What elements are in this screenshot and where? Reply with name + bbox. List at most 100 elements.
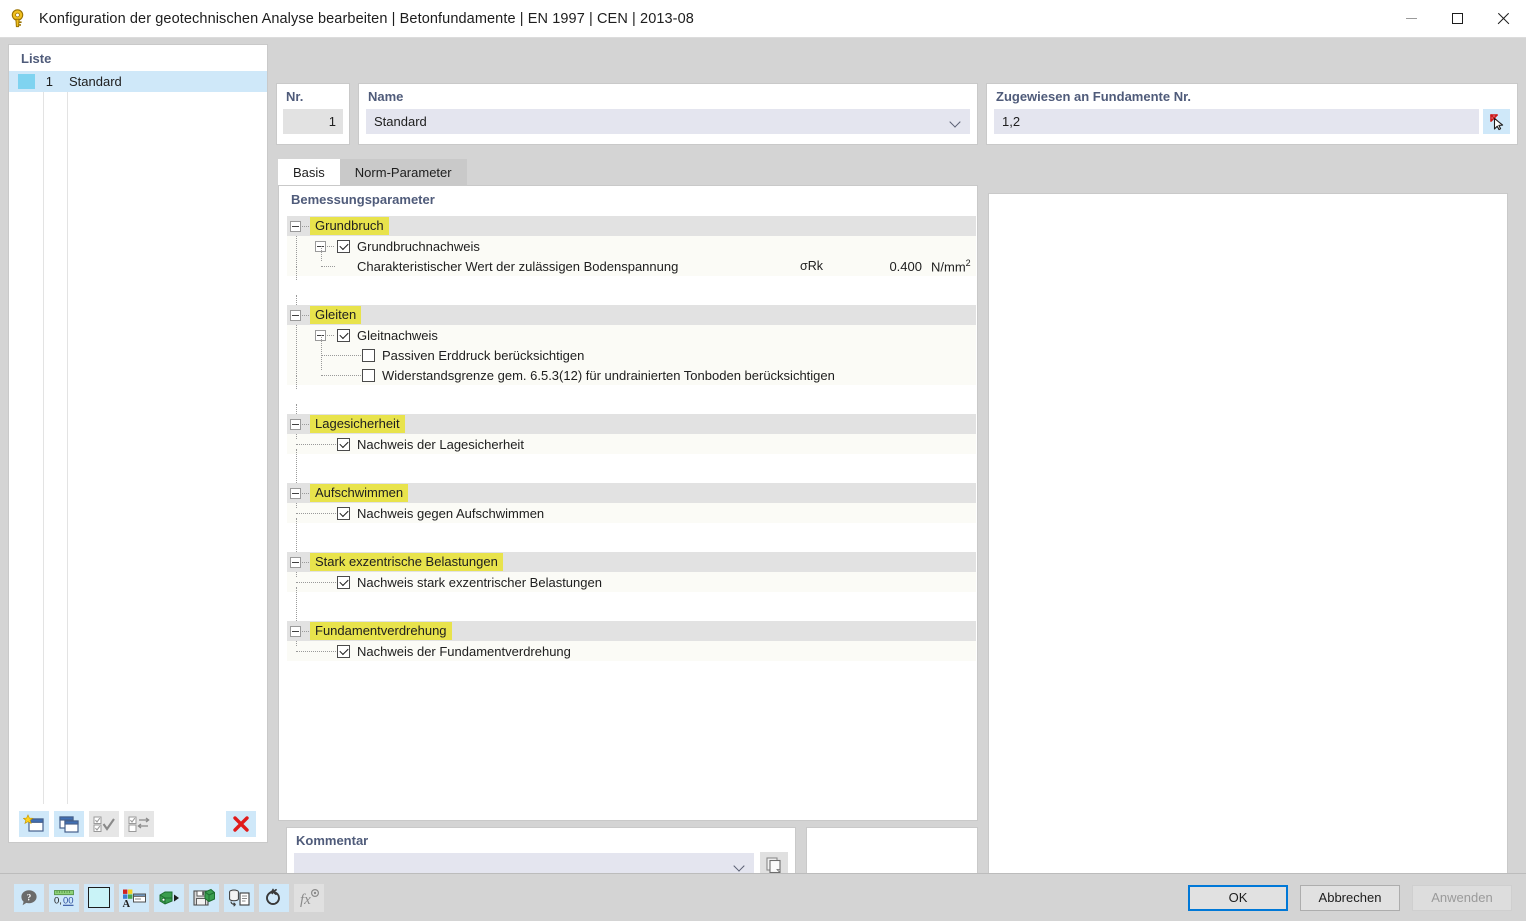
tree-row-label: Nachweis der Fundamentverdrehung	[357, 643, 571, 659]
tree-spacer	[287, 523, 976, 542]
tree-row[interactable]: Passiven Erddruck berücksichtigen	[287, 335, 976, 365]
tree-connector	[296, 266, 297, 280]
number-input[interactable]	[283, 109, 343, 134]
ok-button[interactable]: OK	[1188, 884, 1288, 911]
color-preview	[88, 887, 110, 908]
cancel-button[interactable]: Abbrechen	[1300, 884, 1400, 911]
list-item-label: Standard	[69, 74, 122, 89]
tree-connector	[296, 246, 297, 267]
checkbox-passiven-erddruck[interactable]	[362, 348, 375, 362]
parameter-tree[interactable]: Grundbruch Grundbruchnachweis Charakteri…	[287, 216, 976, 819]
tree-row[interactable]: Grundbruchnachweis	[287, 226, 976, 256]
preview-panel	[988, 193, 1508, 893]
expander-icon[interactable]	[290, 220, 301, 232]
select-all-button	[89, 810, 119, 837]
expander-icon[interactable]	[290, 309, 301, 321]
cancel-button-label: Abbrechen	[1318, 890, 1382, 905]
apply-button: Anwenden	[1412, 884, 1512, 911]
close-button[interactable]	[1480, 0, 1526, 37]
tree-group-label: Fundamentverdrehung	[310, 622, 452, 640]
dialog-buttons: OK Abbrechen Anwenden	[1188, 884, 1512, 911]
tree-row[interactable]: Nachweis stark exzentrischer Belastungen	[287, 562, 976, 592]
tree-connector	[321, 246, 322, 261]
tree-group-header[interactable]: Gleiten	[287, 305, 976, 325]
bottom-toolbar: ? 0, 00 A fx	[14, 883, 324, 912]
tree-spacer	[287, 592, 976, 611]
expander-icon[interactable]	[290, 418, 301, 430]
tree-row[interactable]: Widerstandsgrenze gem. 6.5.3(12) für und…	[287, 355, 976, 385]
tree-group-header[interactable]: Lagesicherheit	[287, 414, 976, 434]
tree-group-header[interactable]: Stark exzentrische Belastungen	[287, 552, 976, 572]
graphics-button[interactable]: A	[119, 883, 149, 912]
delete-item-button[interactable]	[226, 810, 256, 837]
bottom-bar: ? 0, 00 A fx OK Abbrechen Anwenden	[0, 873, 1526, 921]
expander-icon[interactable]	[290, 556, 301, 568]
comment-label: Kommentar	[296, 833, 369, 848]
tree-row-label: Passiven Erddruck berücksichtigen	[382, 347, 585, 363]
tree-connector	[302, 315, 309, 316]
tree-row-label: Grundbruchnachweis	[357, 238, 480, 254]
tree-group-header[interactable]: Aufschwimmen	[287, 483, 976, 503]
assigned-row	[994, 109, 1510, 134]
checkbox-aufschwimmen[interactable]	[337, 506, 350, 520]
tree-connector	[296, 335, 297, 356]
tree-row[interactable]: Charakteristischer Wert der zulässigen B…	[287, 246, 976, 276]
help-button[interactable]: ?	[14, 883, 44, 912]
tree-group-label: Aufschwimmen	[310, 484, 409, 502]
tree-row[interactable]: Nachweis der Fundamentverdrehung	[287, 631, 976, 661]
save-button[interactable]	[189, 883, 219, 912]
reset-button[interactable]	[259, 883, 289, 912]
tree-connector	[321, 375, 361, 376]
tree-connector	[296, 355, 297, 376]
tab-basis[interactable]: Basis	[278, 159, 340, 185]
formula-button: fx	[294, 883, 324, 912]
tree-spacer	[287, 266, 976, 295]
new-item-button[interactable]	[19, 810, 49, 837]
color-swatch-button[interactable]	[84, 883, 114, 912]
checkbox-widerstandsgrenze[interactable]	[362, 368, 375, 382]
tree-connector	[296, 651, 336, 652]
units-button[interactable]: 0, 00	[49, 883, 79, 912]
tree-group-label: Lagesicherheit	[310, 415, 405, 433]
svg-text:fx: fx	[300, 892, 311, 908]
duplicate-item-button[interactable]	[54, 810, 84, 837]
maximize-button[interactable]	[1434, 0, 1480, 37]
checkbox-grundbruchnachweis[interactable]	[337, 239, 350, 253]
design-parameters-panel: Bemessungsparameter Grundbruch Grundbruc…	[278, 185, 978, 821]
tree-group-header[interactable]: Grundbruch	[287, 216, 976, 236]
name-combo[interactable]	[366, 109, 970, 134]
tree-row[interactable]: Nachweis der Lagesicherheit	[287, 424, 976, 454]
tree-connector	[327, 246, 334, 247]
dialog-window: Konfiguration der geotechnischen Analyse…	[0, 0, 1526, 921]
window-controls	[1388, 0, 1526, 37]
expander-icon[interactable]	[290, 625, 301, 637]
tree-connector	[302, 631, 309, 632]
tree-row-value[interactable]: 0.400	[847, 259, 922, 274]
tab-norm-parameter[interactable]: Norm-Parameter	[339, 159, 467, 185]
name-input[interactable]	[366, 109, 970, 134]
expander-icon[interactable]	[290, 487, 301, 499]
import-button[interactable]	[154, 883, 184, 912]
database-button[interactable]	[224, 883, 254, 912]
assigned-input[interactable]	[994, 109, 1479, 134]
tree-gap	[287, 404, 976, 414]
checkbox-exzentrische-belastungen[interactable]	[337, 575, 350, 589]
assigned-field-panel: Zugewiesen an Fundamente Nr.	[986, 83, 1518, 145]
pick-selection-button[interactable]	[1483, 109, 1510, 134]
color-swatch[interactable]	[18, 74, 35, 89]
checkbox-gleitnachweis[interactable]	[337, 328, 350, 342]
list-item[interactable]: 1 Standard	[9, 71, 267, 92]
maximize-icon	[1451, 13, 1463, 24]
list-column-divider-2	[67, 71, 68, 804]
tree-row[interactable]: Gleitnachweis	[287, 315, 976, 345]
tree-gap	[287, 518, 976, 552]
tab-basis-label: Basis	[293, 164, 325, 180]
checkbox-lagesicherheit[interactable]	[337, 437, 350, 451]
tree-connector	[296, 582, 336, 583]
checkbox-fundamentverdrehung[interactable]	[337, 644, 350, 658]
tree-row[interactable]: Nachweis gegen Aufschwimmen	[287, 493, 976, 523]
minimize-button[interactable]	[1388, 0, 1434, 37]
design-parameters-caption: Bemessungsparameter	[291, 192, 435, 207]
name-field-panel: Name	[358, 83, 978, 145]
tree-group-header[interactable]: Fundamentverdrehung	[287, 621, 976, 641]
